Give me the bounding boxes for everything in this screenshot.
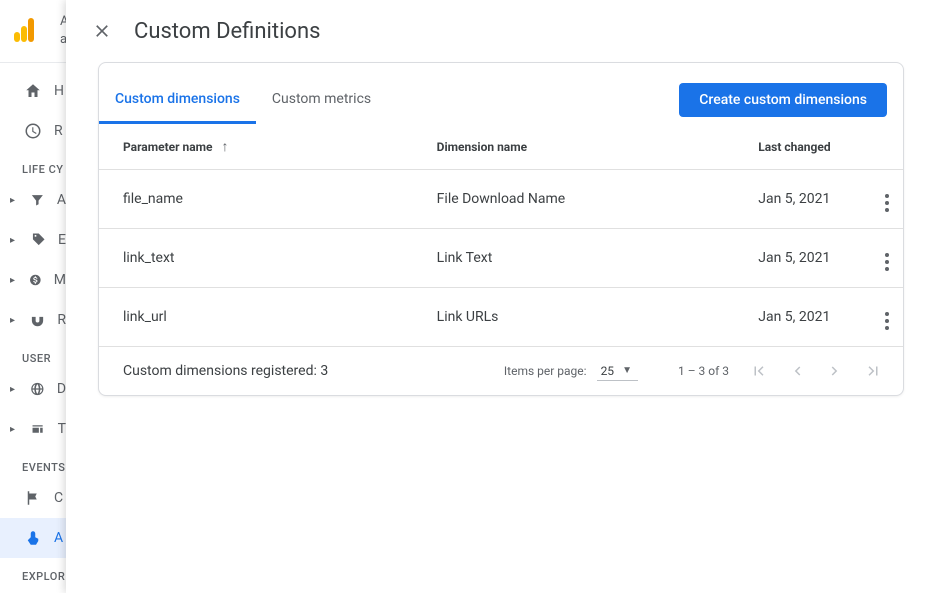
registered-count: Custom dimensions registered: 3 bbox=[123, 363, 504, 379]
expand-icon: ▸ bbox=[10, 195, 18, 206]
tab-custom-metrics[interactable]: Custom metrics bbox=[256, 75, 387, 124]
sidebar-item-home[interactable]: H bbox=[0, 71, 66, 111]
sidebar-item-label: D bbox=[57, 381, 66, 397]
cell-dimension: File Download Name bbox=[437, 170, 759, 229]
page-size-select[interactable]: 25 ▼ bbox=[597, 362, 638, 381]
custom-definitions-panel: Custom Definitions Custom dimensions Cus… bbox=[66, 0, 936, 593]
cell-date: Jan 5, 2021 bbox=[758, 229, 871, 288]
sidebar-item-all-events[interactable]: A bbox=[0, 518, 66, 558]
sidebar-item-acquisition[interactable]: ▸ A bbox=[0, 180, 66, 220]
table-row: link_text Link Text Jan 5, 2021 bbox=[99, 229, 903, 288]
home-icon bbox=[24, 82, 42, 100]
cell-parameter: file_name bbox=[99, 170, 437, 229]
close-button[interactable] bbox=[90, 19, 114, 43]
sidebar-item-label: A bbox=[57, 192, 66, 208]
expand-icon: ▸ bbox=[10, 235, 19, 246]
devices-icon bbox=[30, 420, 45, 438]
sidebar-item-retention[interactable]: ▸ R bbox=[0, 300, 66, 340]
more-vert-icon bbox=[885, 312, 889, 330]
dropdown-caret-icon: ▼ bbox=[622, 365, 632, 376]
globe-icon bbox=[30, 380, 45, 398]
tab-custom-dimensions[interactable]: Custom dimensions bbox=[99, 75, 256, 124]
page-size-value: 25 bbox=[601, 364, 615, 378]
cell-dimension: Link URLs bbox=[437, 288, 759, 347]
tag-icon bbox=[31, 231, 46, 249]
column-header-label: Parameter name bbox=[123, 140, 213, 154]
expand-icon: ▸ bbox=[10, 315, 18, 326]
sidebar-item-monetization[interactable]: ▸ M bbox=[0, 260, 66, 300]
row-actions-button[interactable] bbox=[871, 229, 903, 288]
dimensions-table: Parameter name ↑ Dimension name Last cha… bbox=[99, 124, 903, 347]
cell-date: Jan 5, 2021 bbox=[758, 170, 871, 229]
close-icon bbox=[92, 21, 112, 41]
pagination-range: 1 – 3 of 3 bbox=[678, 364, 729, 378]
definitions-card: Custom dimensions Custom metrics Create … bbox=[98, 62, 904, 396]
sidebar-section-life-cycle: LIFE CY bbox=[0, 151, 66, 180]
sidebar-section-events: EVENTS bbox=[0, 449, 66, 478]
table-row: file_name File Download Name Jan 5, 2021 bbox=[99, 170, 903, 229]
clock-icon bbox=[24, 122, 42, 140]
cell-date: Jan 5, 2021 bbox=[758, 288, 871, 347]
sidebar-item-label: R bbox=[54, 123, 63, 139]
more-vert-icon bbox=[885, 194, 889, 212]
cell-parameter: link_url bbox=[99, 288, 437, 347]
flag-icon bbox=[24, 489, 42, 507]
analytics-logo bbox=[14, 18, 38, 42]
expand-icon: ▸ bbox=[10, 275, 17, 286]
panel-header: Custom Definitions bbox=[66, 0, 936, 62]
background-sidebar: A a H R LIFE CY ▸ A ▸ E ▸ M ▸ bbox=[0, 0, 66, 593]
funnel-icon bbox=[30, 191, 45, 209]
sidebar-item-label: R bbox=[57, 312, 66, 328]
prev-page-button[interactable] bbox=[787, 361, 807, 381]
column-header-last-changed[interactable]: Last changed bbox=[758, 124, 871, 170]
first-page-button[interactable] bbox=[749, 361, 769, 381]
expand-icon: ▸ bbox=[10, 424, 18, 435]
sidebar-item-label: T bbox=[58, 421, 66, 437]
pager bbox=[749, 361, 883, 381]
table-footer: Custom dimensions registered: 3 Items pe… bbox=[99, 347, 903, 395]
cell-parameter: link_text bbox=[99, 229, 437, 288]
sidebar-item-label: C bbox=[54, 490, 63, 506]
more-vert-icon bbox=[885, 253, 889, 271]
column-header-parameter[interactable]: Parameter name ↑ bbox=[99, 124, 437, 170]
magnet-icon bbox=[30, 311, 45, 329]
first-page-icon bbox=[750, 362, 768, 380]
tabs: Custom dimensions Custom metrics bbox=[99, 75, 387, 124]
sidebar-item-conversions[interactable]: C bbox=[0, 478, 66, 518]
column-header-dimension[interactable]: Dimension name bbox=[437, 124, 759, 170]
sidebar-item-realtime[interactable]: R bbox=[0, 111, 66, 151]
sidebar-item-label: A bbox=[54, 530, 63, 546]
dollar-icon bbox=[29, 271, 42, 289]
table-row: link_url Link URLs Jan 5, 2021 bbox=[99, 288, 903, 347]
sidebar-section-explore: EXPLOR bbox=[0, 558, 66, 587]
expand-icon: ▸ bbox=[10, 384, 18, 395]
next-page-button[interactable] bbox=[825, 361, 845, 381]
items-per-page-label: Items per page: bbox=[504, 364, 587, 378]
sidebar-item-tech[interactable]: ▸ T bbox=[0, 409, 66, 449]
sidebar-item-engagement[interactable]: ▸ E bbox=[0, 220, 66, 260]
sort-ascending-icon: ↑ bbox=[222, 139, 229, 155]
chevron-right-icon bbox=[826, 362, 844, 380]
touch-icon bbox=[24, 529, 42, 547]
row-actions-button[interactable] bbox=[871, 170, 903, 229]
chevron-left-icon bbox=[788, 362, 806, 380]
sidebar-item-label: H bbox=[54, 83, 64, 99]
sidebar-item-demographics[interactable]: ▸ D bbox=[0, 369, 66, 409]
sidebar-item-label: M bbox=[54, 272, 66, 288]
panel-title: Custom Definitions bbox=[134, 19, 320, 44]
sidebar-item-label: E bbox=[58, 232, 66, 248]
sidebar-section-user: USER bbox=[0, 340, 66, 369]
last-page-icon bbox=[864, 362, 882, 380]
cell-dimension: Link Text bbox=[437, 229, 759, 288]
row-actions-button[interactable] bbox=[871, 288, 903, 347]
create-custom-dimensions-button[interactable]: Create custom dimensions bbox=[679, 83, 887, 117]
last-page-button[interactable] bbox=[863, 361, 883, 381]
